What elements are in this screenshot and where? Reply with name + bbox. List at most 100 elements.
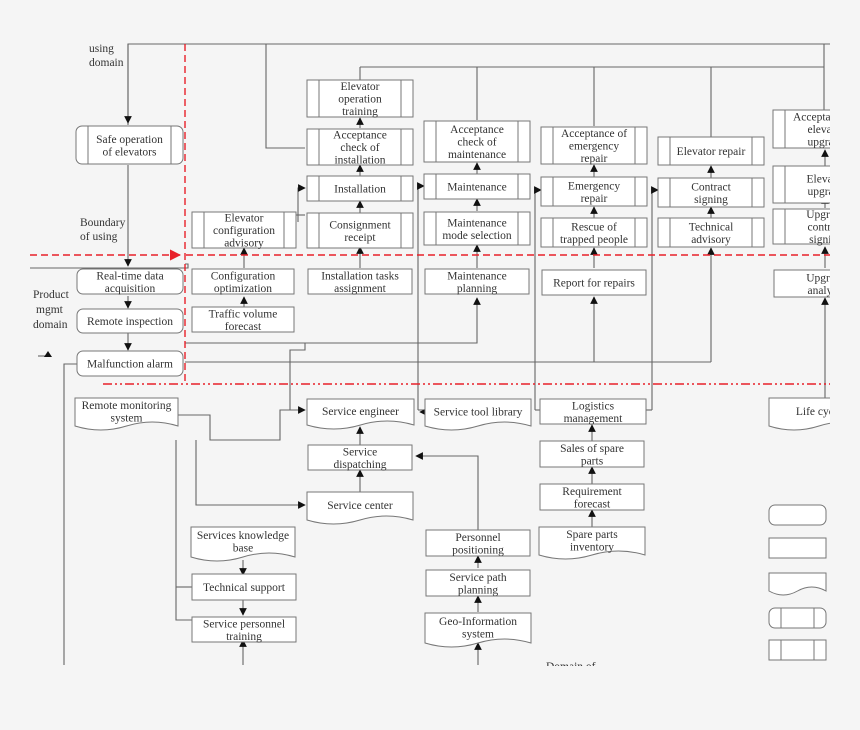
life-cycle-node: Life cycle <box>768 397 830 431</box>
safe-operation-node-label: Safe operation <box>96 134 163 146</box>
process-installation-0-label: operation <box>338 94 382 106</box>
process-installation-1-label: installation <box>334 155 385 167</box>
svg-text:using: using <box>89 43 114 55</box>
svg-text:mgmt: mgmt <box>36 304 64 316</box>
planning-upgrade-0-label: analysis <box>807 285 845 297</box>
process-installation-3: Consignmentreceipt <box>306 212 414 249</box>
technical-support-node: Technical support <box>191 573 297 601</box>
service-engineer-node: Service engineer <box>306 398 415 430</box>
process-maintenance-1-label: Maintenance <box>447 182 506 194</box>
services-knowledge-node-label: Services knowledge <box>197 530 289 542</box>
planning-installation-0-label: Installation tasks <box>321 270 399 282</box>
services-knowledge-node-label: base <box>233 542 253 554</box>
remote-inspection-node-label: Remote inspection <box>87 316 173 328</box>
remote-monitoring-node: Remote monitoringsystem <box>74 397 179 431</box>
process-maintenance-0-label: Acceptance <box>450 124 504 136</box>
process-maintenance-0: Acceptancecheck ofmaintenance <box>423 120 531 163</box>
legend-rounded-process <box>768 504 827 526</box>
planning-maintenance-0-label: Maintenance <box>447 270 506 282</box>
service-path-node-label: planning <box>458 584 498 596</box>
process-upgrade-0-label: upgrade <box>807 137 844 149</box>
legend <box>768 504 827 661</box>
process-repair-1: Contractsigning <box>657 177 765 208</box>
using-domain-label: using domain <box>89 43 124 69</box>
svg-text:Product: Product <box>33 289 70 301</box>
process-upgrade-0-label: elevator <box>807 124 844 136</box>
process-maintenance-2-label: Maintenance <box>447 217 506 229</box>
process-installation-0-label: training <box>342 106 378 118</box>
geo-information-node-label: Geo-Information <box>439 616 517 628</box>
legend-subprocess <box>768 639 827 661</box>
safe-operation-node: Safe operationof elevators <box>75 125 184 165</box>
process-maintenance-0-label: maintenance <box>448 149 506 161</box>
process-maintenance-2-label: mode selection <box>442 230 512 242</box>
planning-emergency-0-label: Report for repairs <box>553 278 635 290</box>
service-path-node: Service pathplanning <box>425 569 531 597</box>
realtime-data-node-label: Real-time data <box>96 270 163 282</box>
process-emergency-2-label: trapped people <box>560 234 628 246</box>
personnel-positioning-node: Personnelpositioning <box>425 529 531 557</box>
process-repair-2-label: advisory <box>691 234 731 246</box>
service-tool-library-node: Service tool library <box>424 398 532 431</box>
process-emergency-1-label: repair <box>581 193 608 205</box>
sales-spare-parts-node-label: Sales of spare <box>560 443 624 455</box>
service-center-node-label: Service center <box>327 500 393 512</box>
requirement-forecast-node-label: Requirement <box>562 486 622 498</box>
service-personnel-training-node-label: Service personnel <box>203 618 285 630</box>
process-upgrade-2-label: contract <box>807 222 845 234</box>
planning-configuration-1-label: Traffic volume <box>209 308 278 320</box>
process-configuration-0-label: advisory <box>224 238 264 250</box>
service-engineer-node-label: Service engineer <box>322 406 399 418</box>
legend-document <box>768 572 827 596</box>
sales-spare-parts-node-label: parts <box>581 455 604 467</box>
legend-process <box>768 537 827 559</box>
planning-installation-0: Installation tasksassignment <box>307 268 413 295</box>
process-emergency-0-label: repair <box>581 153 608 165</box>
process-emergency-2-label: Rescue of <box>571 221 617 233</box>
process-repair-1-label: signing <box>694 194 728 206</box>
malfunction-alarm-node: Malfunction alarm <box>76 350 184 377</box>
logistics-node-label: Logistics <box>572 400 615 412</box>
remote-inspection-node: Remote inspection <box>76 308 184 334</box>
process-maintenance-1: Maintenance <box>423 173 531 200</box>
personnel-positioning-node-label: Personnel <box>455 532 500 544</box>
process-repair-0-label: Elevator repair <box>677 146 746 158</box>
process-emergency-1-label: Emergency <box>568 180 620 192</box>
process-configuration-0-label: configuration <box>213 225 275 237</box>
process-installation-1-label: check of <box>340 142 379 154</box>
svg-text:of using: of using <box>80 231 118 243</box>
process-repair-0: Elevator repair <box>657 136 765 166</box>
process-upgrade-2: Upgradecontractsigning <box>772 208 846 246</box>
technical-support-node-label: Technical support <box>203 582 286 594</box>
geo-information-node-label: system <box>462 628 494 640</box>
planning-upgrade-0: Upgradeanalysis <box>773 269 846 298</box>
process-maintenance-2: Maintenancemode selection <box>423 211 531 246</box>
process-maintenance-0-label: check of <box>457 137 496 149</box>
requirement-forecast-node-label: forecast <box>574 498 611 510</box>
svg-text:domain: domain <box>89 57 124 69</box>
boundary-of-using-label: Boundary of using <box>80 217 126 243</box>
process-configuration-0-label: Elevator <box>225 213 264 225</box>
remote-monitoring-node-label: system <box>111 412 143 424</box>
process-installation-1-label: Acceptance <box>333 130 387 142</box>
planning-configuration-1: Traffic volumeforecast <box>191 306 295 333</box>
service-tool-library-node-label: Service tool library <box>434 407 523 419</box>
process-emergency-1: Emergencyrepair <box>540 176 648 207</box>
process-repair-1-label: Contract <box>691 181 731 193</box>
planning-emergency-0: Report for repairs <box>541 269 647 296</box>
process-upgrade-2-label: Upgrade <box>806 209 846 221</box>
process-upgrade-1-label: upgrade <box>807 186 844 198</box>
service-dispatching-node-label: Service <box>343 446 377 458</box>
process-upgrade-2-label: signing <box>809 234 843 246</box>
process-repair-2-label: Technical <box>689 221 734 233</box>
process-installation-2: Installation <box>306 175 414 202</box>
planning-installation-0-label: assignment <box>334 283 387 295</box>
process-repair-2: Technicaladvisory <box>657 217 765 248</box>
personnel-positioning-node-label: positioning <box>452 544 504 556</box>
process-upgrade-0-label: Acceptance of <box>793 112 859 124</box>
remote-monitoring-node-label: Remote monitoring <box>82 400 172 412</box>
planning-upgrade-0-label: Upgrade <box>806 272 846 284</box>
spare-parts-inventory-node: Spare partsinventory <box>538 526 646 560</box>
service-personnel-training-node-label: training <box>226 631 262 643</box>
process-emergency-0-label: emergency <box>569 141 619 153</box>
